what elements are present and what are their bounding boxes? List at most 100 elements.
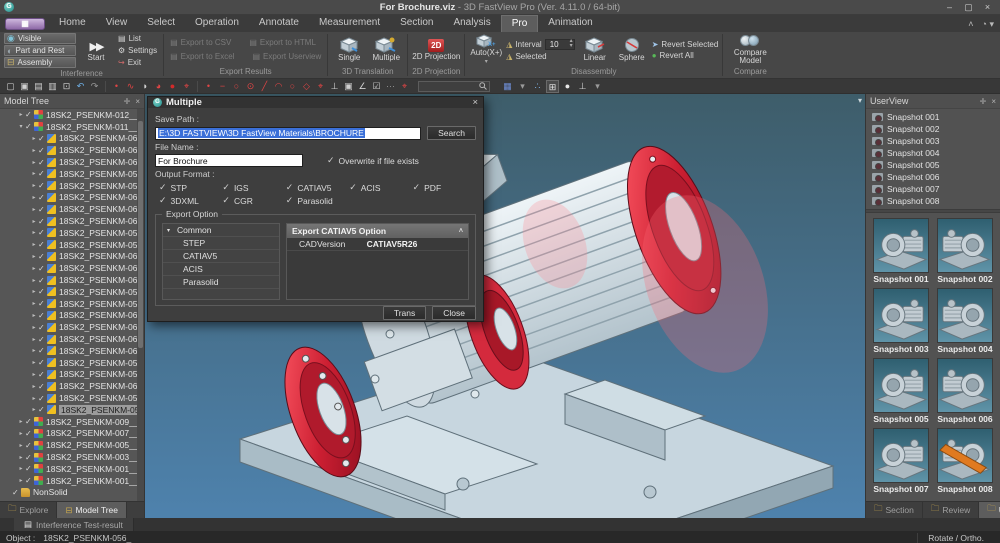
tab-review[interactable]: 🗀Review xyxy=(923,502,979,518)
projection-2d-button[interactable]: 2D 2D Projection xyxy=(412,33,460,66)
tree-check-icon[interactable]: ✓ xyxy=(25,453,34,462)
tree-expander-icon[interactable]: ▸ xyxy=(30,218,38,225)
tree-check-icon[interactable]: ✓ xyxy=(38,311,47,320)
tree-item[interactable]: ▸✓18SK2_PSENKM-007__ASM xyxy=(0,428,137,440)
tree-check-icon[interactable]: ✓ xyxy=(38,134,47,143)
menu-tab-operation[interactable]: Operation xyxy=(185,15,249,32)
tree-item[interactable]: ▸✓18SK2_PSENKM-060_ xyxy=(0,192,137,204)
interference-result-tab[interactable]: ▤ Interference Test-result xyxy=(14,518,134,531)
tree-item[interactable]: ▸✓18SK2_PSENKM-058_ xyxy=(0,298,137,310)
interference-settings-button[interactable]: ⚙Settings xyxy=(116,45,159,56)
snapshot-thumbnail[interactable]: Snapshot 008 xyxy=(936,428,994,494)
option-property-row[interactable]: CADVersionCATIAV5R26 xyxy=(287,238,468,251)
tab-model-tree[interactable]: ⊟Model Tree xyxy=(57,502,127,518)
save-all-icon[interactable]: ▥ xyxy=(46,80,59,93)
tree-item[interactable]: ✓NonSolid xyxy=(0,487,137,499)
tree-check-icon[interactable]: ✓ xyxy=(25,429,34,438)
tree-expander-icon[interactable]: ▸ xyxy=(17,454,25,461)
style-menu-icon[interactable]: ◔ ▾ xyxy=(982,19,994,30)
snapshot-list-item[interactable]: Snapshot 003 xyxy=(866,135,1000,147)
tree-check-icon[interactable]: ✓ xyxy=(38,323,47,332)
tree-item[interactable]: ▸✓18SK2_PSENKM-060_ xyxy=(0,251,137,263)
format-checkbox-catiav5[interactable]: ✓CATIAV5 xyxy=(286,182,345,193)
tree-expander-icon[interactable]: ▸ xyxy=(17,465,25,472)
disassembly-auto-button[interactable]: X+ Auto(X+) ▾ xyxy=(469,33,503,66)
dim-arc-icon[interactable]: ◠ xyxy=(272,80,285,93)
tree-check-icon[interactable]: ✓ xyxy=(38,370,47,379)
new-file-icon[interactable]: ▢ xyxy=(4,80,17,93)
menu-tab-select[interactable]: Select xyxy=(137,15,185,32)
snapshot-list-item[interactable]: Snapshot 006 xyxy=(866,171,1000,183)
tree-check-icon[interactable]: ✓ xyxy=(38,405,47,414)
print-icon[interactable]: ⊡ xyxy=(60,80,73,93)
dim-point-icon[interactable]: • xyxy=(202,80,215,93)
display-style-icon[interactable]: ▦ xyxy=(501,80,514,93)
measure-curve-icon[interactable]: ∿ xyxy=(124,80,137,93)
interference-visible-button[interactable]: ◉Visible xyxy=(4,33,76,44)
dim-axis-icon[interactable]: ⌖ xyxy=(314,80,327,93)
disassembly-sphere-button[interactable]: Sphere xyxy=(615,33,649,66)
pin-icon[interactable]: ✛ xyxy=(124,97,131,106)
tree-expander-icon[interactable]: ▸ xyxy=(30,383,38,390)
spinner-arrows-icon[interactable]: ▴▾ xyxy=(570,39,573,49)
save-icon[interactable]: ▤ xyxy=(32,80,45,93)
tree-item[interactable]: ▸✓18SK2_PSENKM-059_ xyxy=(0,168,137,180)
tree-check-icon[interactable]: ✓ xyxy=(25,476,34,485)
dialog-close-button[interactable]: Close xyxy=(432,306,476,320)
tree-item[interactable]: ▸✓18SK2_PSENKM-059_ xyxy=(0,227,137,239)
disassembly-linear-button[interactable]: Linear xyxy=(578,33,612,66)
tree-item[interactable]: ▸✓18SK2_PSENKM-062_ xyxy=(0,380,137,392)
translation-single-button[interactable]: Single xyxy=(332,33,366,66)
tree-expander-icon[interactable]: ▸ xyxy=(30,229,38,236)
tree-check-icon[interactable]: ✓ xyxy=(38,394,47,403)
menu-tab-annotate[interactable]: Annotate xyxy=(249,15,309,32)
tree-item[interactable]: ▸✓18SK2_PSENKM-062_ xyxy=(0,203,137,215)
tree-item[interactable]: ▸✓18SK2_PSENKM-059_ xyxy=(0,357,137,369)
tree-item[interactable]: ▸✓18SK2_PSENKM-061_ xyxy=(0,215,137,227)
snapshot-list-item[interactable]: Snapshot 008 xyxy=(866,195,1000,207)
tree-expander-icon[interactable]: ▾ xyxy=(167,227,177,234)
interference-assembly-button[interactable]: ⊟Assembly xyxy=(4,57,76,68)
dim-diagonal-icon[interactable]: ╱ xyxy=(258,80,271,93)
tree-item[interactable]: ▸✓18SK2_PSENKM-062_ xyxy=(0,262,137,274)
measure-circle-icon[interactable]: ● xyxy=(166,80,179,93)
tree-check-icon[interactable]: ✓ xyxy=(38,228,47,237)
catiav5-option-header[interactable]: Export CATIAV5 Option ˄ xyxy=(287,224,468,238)
tree-item[interactable]: ▸✓18SK2_PSENKM-060_ xyxy=(0,345,137,357)
format-checkbox-pdf[interactable]: ✓PDF xyxy=(413,182,472,193)
disassembly-selected-button[interactable]: ◮Selected xyxy=(506,52,574,61)
search-path-button[interactable]: Search xyxy=(427,126,476,140)
tree-item[interactable]: ▾✓18SK2_PSENKM-011__ASM xyxy=(0,121,137,133)
collapse-ribbon-icon[interactable]: ˄ xyxy=(968,19,973,30)
tree-expander-icon[interactable]: ▸ xyxy=(30,324,38,331)
tree-expander-icon[interactable]: ▸ xyxy=(17,418,25,425)
tab-userview[interactable]: 🗀UserView xyxy=(979,502,1000,518)
select-sphere-icon[interactable]: ● xyxy=(561,80,574,93)
snapshot-thumbnail[interactable]: Snapshot 007 xyxy=(872,428,930,494)
format-checkbox-cgr[interactable]: ✓CGR xyxy=(222,195,281,206)
close-panel-icon[interactable]: × xyxy=(135,97,140,106)
tree-check-icon[interactable]: ✓ xyxy=(25,110,34,119)
tree-expander-icon[interactable]: ▸ xyxy=(30,241,38,248)
model-tree-scrollbar[interactable] xyxy=(137,109,144,501)
tree-expander-icon[interactable]: ▸ xyxy=(17,111,25,118)
revert-all-button[interactable]: ●Revert All xyxy=(652,51,719,60)
save-path-input[interactable]: E:\3D FASTVIEW\3D FastView Materials\BRO… xyxy=(155,127,421,140)
snapshot-list-item[interactable]: Snapshot 002 xyxy=(866,123,1000,135)
format-checkbox-3dxml[interactable]: ✓3DXML xyxy=(159,195,218,206)
tree-check-icon[interactable]: ✓ xyxy=(25,417,34,426)
tree-item[interactable]: ▸✓18SK2_PSENKM-056_ xyxy=(0,404,137,416)
snapshot-thumbnail[interactable]: Snapshot 005 xyxy=(872,358,930,424)
tree-check-icon[interactable]: ✓ xyxy=(38,158,47,167)
undo-icon[interactable]: ↶ xyxy=(74,80,87,93)
measure-hemisphere-icon[interactable]: ◑ xyxy=(138,80,151,93)
redo-icon[interactable]: ↷ xyxy=(88,80,101,93)
tree-expander-icon[interactable]: ▸ xyxy=(17,442,25,449)
option-tree-item-parasolid[interactable]: Parasolid xyxy=(163,276,279,289)
option-tree-item-step[interactable]: STEP xyxy=(163,237,279,250)
dim-more-icon[interactable]: ⋯ xyxy=(384,80,397,93)
tree-item[interactable]: ▸✓18SK2_PSENKM-001__ASM xyxy=(0,463,137,475)
tree-check-icon[interactable]: ✓ xyxy=(38,217,47,226)
interference-list-button[interactable]: ▤List xyxy=(116,33,159,44)
tree-expander-icon[interactable]: ▸ xyxy=(30,359,38,366)
